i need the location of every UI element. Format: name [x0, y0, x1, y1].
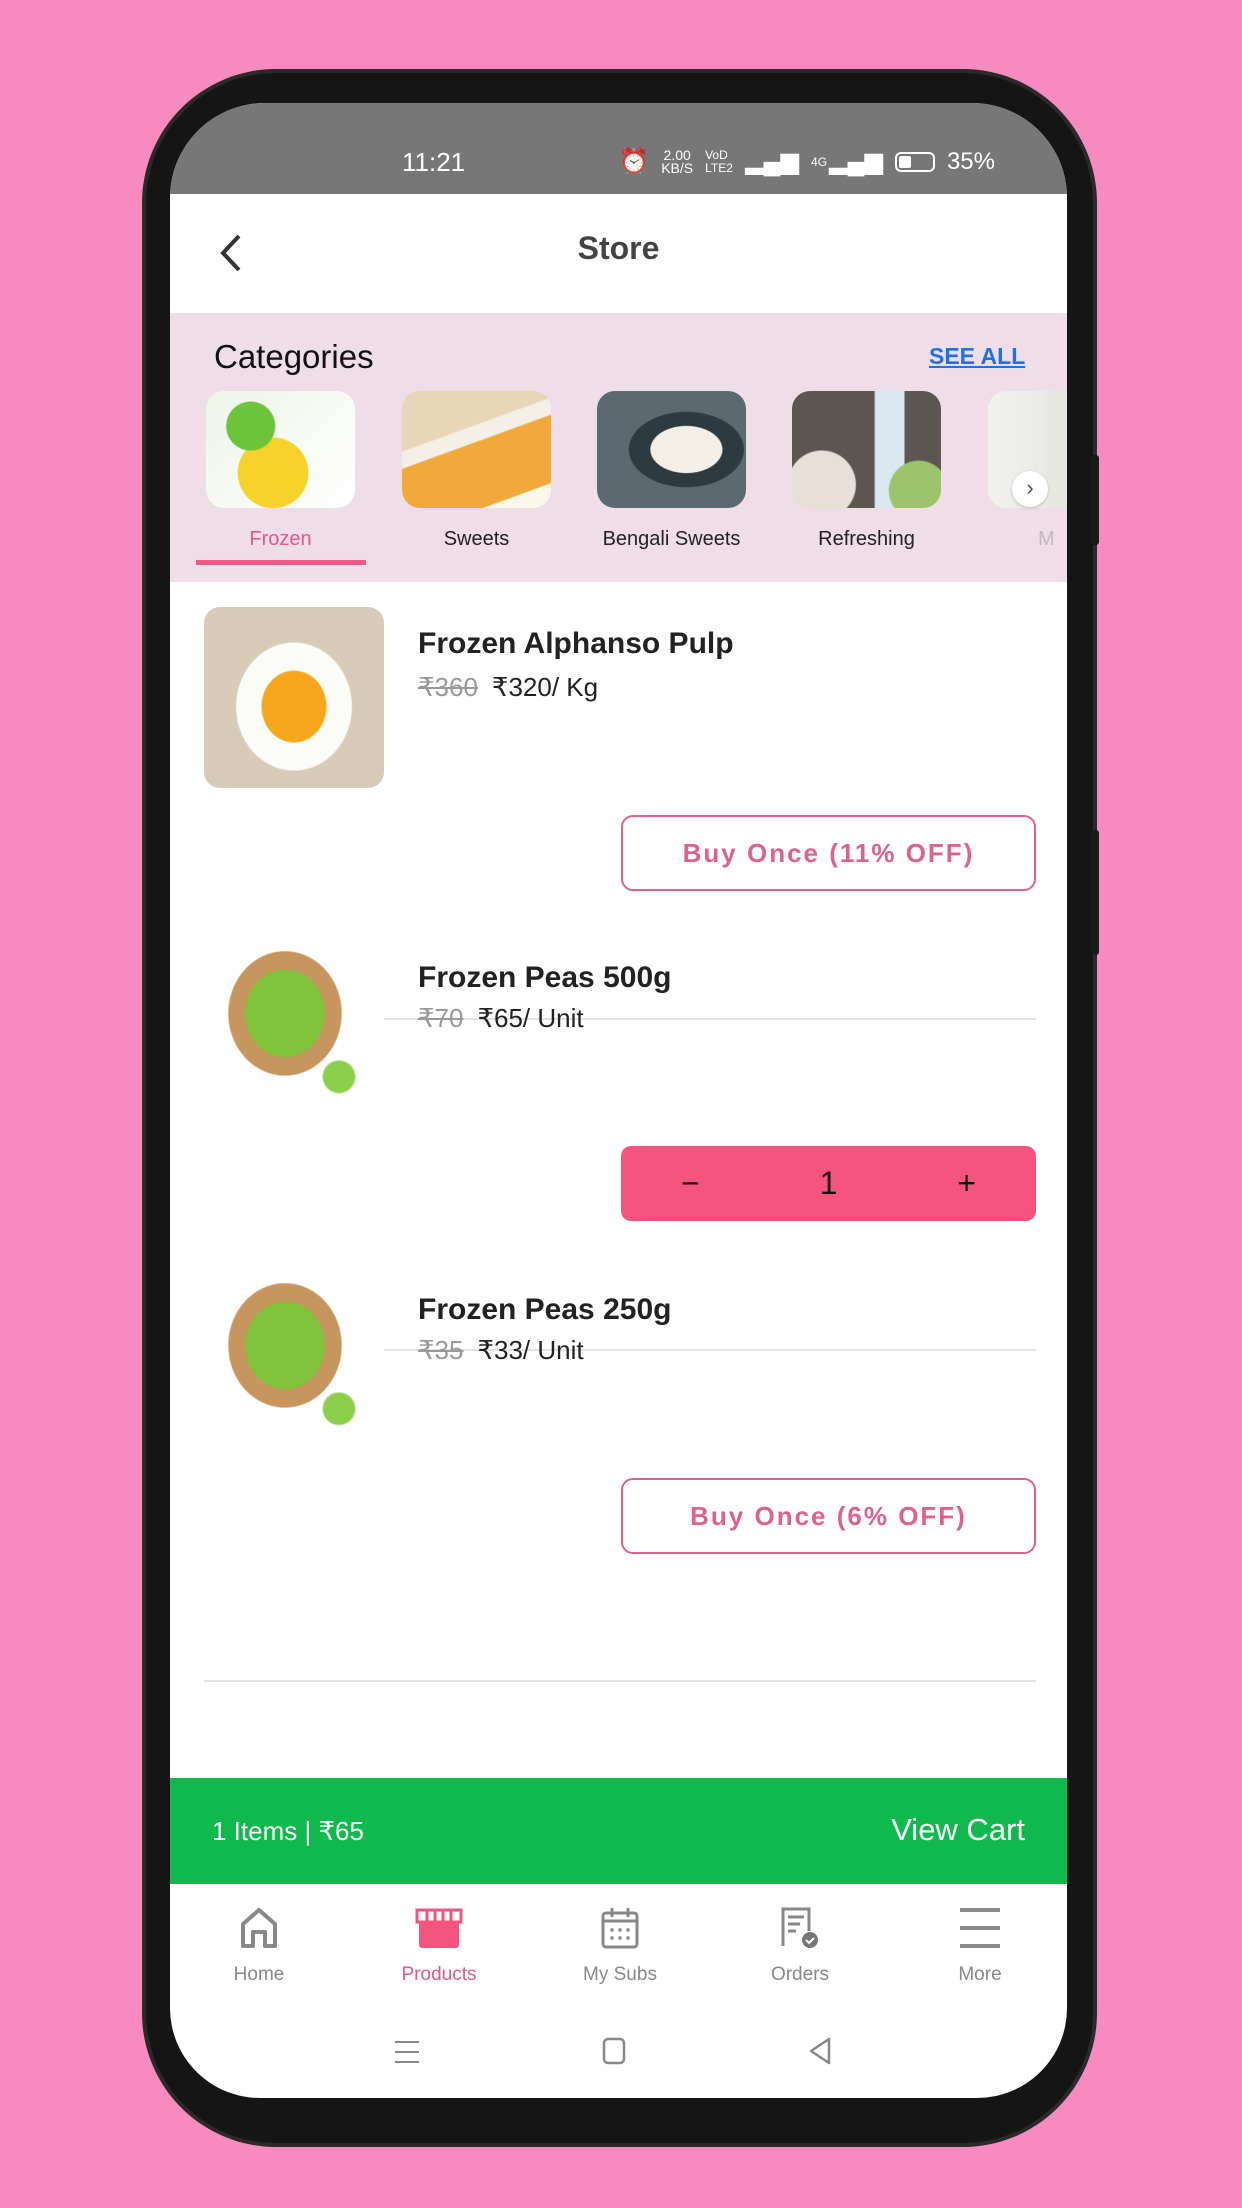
menu-icon — [960, 1908, 1000, 1948]
signal-icon-2: ▂▄▆ — [829, 148, 883, 175]
product-image — [204, 941, 384, 1122]
minus-icon[interactable]: − — [681, 1165, 700, 1202]
orders-icon — [781, 1907, 818, 1948]
product-price: ₹35 ₹33/ Unit — [418, 1335, 584, 1366]
category-label: Sweets — [443, 528, 510, 550]
home-icon — [241, 1908, 277, 1948]
speed-unit: KB/S — [661, 159, 694, 176]
price: ₹320/ Kg — [491, 672, 599, 702]
product-name: Frozen Peas 500g — [418, 961, 672, 994]
product-price: ₹70 ₹65/ Unit — [418, 1003, 584, 1034]
category-frozen[interactable]: Frozen — [206, 391, 355, 551]
cart-summary: 1 Items | ₹65 — [212, 1816, 364, 1846]
old-price: ₹70 — [418, 1003, 464, 1033]
category-label: Frozen — [249, 528, 312, 550]
recents-icon[interactable] — [394, 2039, 420, 2065]
view-cart-button[interactable]: View Cart — [891, 1812, 1025, 1848]
nav-label: Products — [401, 1964, 477, 1985]
store-icon — [415, 1908, 463, 1948]
volte-indicator: VoD LTE2 — [705, 147, 733, 175]
volume-button — [1091, 455, 1099, 545]
categories-title: Categories — [214, 338, 374, 375]
product-image — [204, 1273, 384, 1454]
category-refreshing[interactable]: Refreshing — [792, 391, 941, 551]
category-image — [792, 391, 941, 508]
old-price: ₹360 — [418, 672, 478, 702]
power-button — [1091, 830, 1099, 955]
categories-section: Categories SEE ALL Frozen Sweets Bengali… — [170, 313, 1067, 582]
battery-icon — [894, 151, 935, 172]
status-bar: 11:21 ⏰ 2.00 KB/S VoD LTE2 ▂▄▆ 4G ▂▄▆ 35% — [170, 103, 1067, 194]
status-time: 11:21 — [402, 147, 466, 177]
home-button-icon[interactable] — [602, 2037, 626, 2065]
category-label: M — [1038, 528, 1055, 550]
nav-label: Orders — [770, 1964, 830, 1985]
nav-label: My Subs — [583, 1964, 657, 1985]
price: ₹33/ Unit — [477, 1335, 584, 1365]
category-image — [597, 391, 746, 508]
product-name: Frozen Alphanso Pulp — [418, 627, 734, 660]
status-icons: ⏰ 2.00 KB/S VoD LTE2 ▂▄▆ 4G ▂▄▆ 35% — [619, 147, 995, 176]
page-title: Store — [577, 230, 660, 266]
category-bengali-sweets[interactable]: Bengali Sweets — [597, 391, 746, 551]
category-image — [206, 391, 355, 508]
active-category-indicator — [196, 560, 366, 565]
category-label: Refreshing — [818, 528, 915, 550]
category-sweets[interactable]: Sweets — [402, 391, 551, 551]
product-price: ₹360 ₹320/ Kg — [418, 672, 598, 703]
nav-label: Home — [233, 1964, 285, 1985]
app-header: Store — [170, 194, 1067, 313]
system-nav-bar — [170, 2023, 1067, 2083]
alarm-icon: ⏰ — [619, 148, 650, 175]
nav-orders[interactable]: Orders — [720, 1904, 880, 1986]
old-price: ₹35 — [418, 1335, 464, 1365]
plus-icon[interactable]: + — [957, 1165, 976, 1202]
cart-bar[interactable]: 1 Items | ₹65 View Cart — [170, 1778, 1067, 1884]
nav-home[interactable]: Home — [179, 1904, 339, 1986]
quantity-value: 1 — [819, 1165, 838, 1201]
battery-percent: 35% — [946, 147, 995, 175]
see-all-link[interactable]: SEE ALL — [929, 343, 1025, 370]
nav-my-subs[interactable]: My Subs — [540, 1904, 700, 1986]
back-button-icon[interactable] — [807, 2037, 833, 2065]
price: ₹65/ Unit — [477, 1003, 584, 1033]
screen: 11:21 ⏰ 2.00 KB/S VoD LTE2 ▂▄▆ 4G ▂▄▆ 35%… — [170, 103, 1067, 2098]
nav-label: More — [958, 1964, 1002, 1985]
nav-more[interactable]: More — [900, 1904, 1060, 1986]
buy-once-button[interactable]: Buy Once (11% OFF) — [621, 815, 1036, 891]
signal-icon: ▂▄▆ — [745, 148, 800, 175]
category-label: Bengali Sweets — [602, 528, 741, 550]
nav-products[interactable]: Products — [359, 1904, 519, 1986]
divider — [204, 1680, 1036, 1682]
quantity-stepper: − 1 + — [621, 1146, 1036, 1221]
calendar-icon — [601, 1908, 639, 1949]
category-image — [402, 391, 551, 508]
net-speed: 2.00 KB/S — [661, 148, 694, 176]
product-name: Frozen Peas 250g — [418, 1293, 672, 1326]
network-type: 4G — [811, 154, 828, 169]
product-image — [204, 607, 384, 788]
chevron-right-icon[interactable]: › — [1012, 471, 1048, 507]
buy-once-button[interactable]: Buy Once (6% OFF) — [621, 1478, 1036, 1554]
bottom-nav: Home Products My Subs Orders More — [170, 1884, 1067, 2004]
